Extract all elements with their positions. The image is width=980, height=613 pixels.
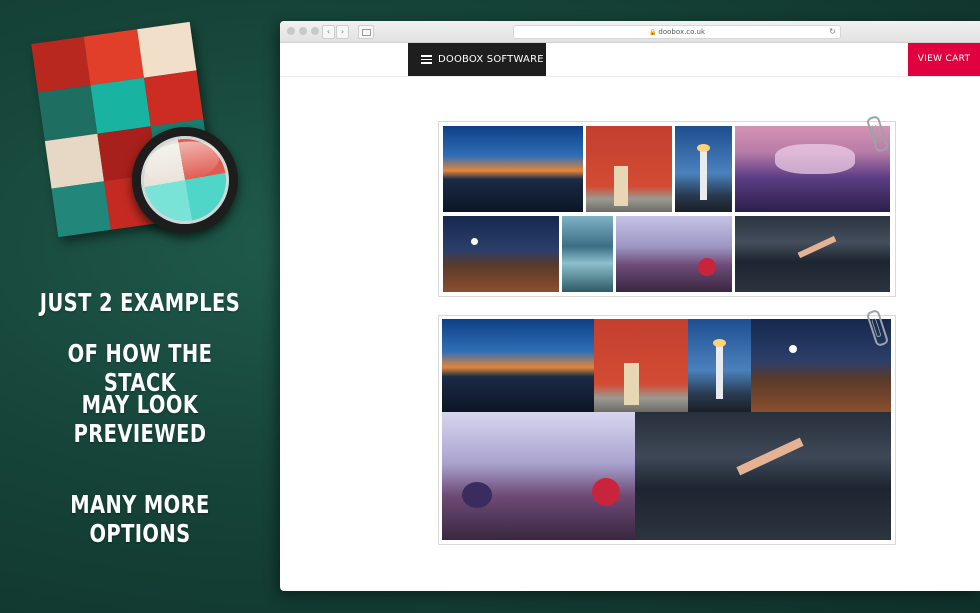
- photo-city-skyline[interactable]: [442, 319, 594, 412]
- brand-label: DOOBOX SOFTWARE: [438, 54, 544, 65]
- site-header: DOOBOX SOFTWARE VIEW CART: [280, 43, 980, 77]
- gallery-justified: [438, 114, 896, 297]
- photo-swimmer[interactable]: [735, 216, 890, 292]
- sidebar-toggle-button[interactable]: [358, 25, 374, 39]
- photo-red-door[interactable]: [586, 126, 672, 212]
- magnifier-icon: [132, 127, 238, 233]
- photo-swimmer[interactable]: [635, 412, 891, 540]
- photo-moon-rocks[interactable]: [751, 319, 891, 412]
- minimize-window-button[interactable]: [299, 27, 307, 35]
- url-text: doobox.co.uk: [658, 28, 706, 36]
- photo-frozen-berries[interactable]: [616, 216, 732, 292]
- brand-menu-button[interactable]: DOOBOX SOFTWARE: [408, 43, 546, 76]
- photo-city-skyline[interactable]: [443, 126, 583, 212]
- app-icon: [31, 21, 244, 242]
- photo-frozen-berries[interactable]: [442, 412, 635, 540]
- close-window-button[interactable]: [287, 27, 295, 35]
- promo-line-1: JUST 2 EXAMPLES: [39, 288, 241, 317]
- back-button[interactable]: ‹: [322, 25, 335, 39]
- photo-red-door[interactable]: [594, 319, 688, 412]
- photo-purple-clouds[interactable]: [735, 126, 890, 212]
- reload-icon[interactable]: ↻: [829, 26, 836, 38]
- photo-lighthouse[interactable]: [675, 126, 732, 212]
- gallery-mosaic: [438, 308, 896, 545]
- promo-line-2: OF HOW THE STACK: [67, 339, 213, 397]
- forward-button[interactable]: ›: [336, 25, 349, 39]
- zoom-window-button[interactable]: [311, 27, 319, 35]
- address-bar[interactable]: 🔒 doobox.co.uk ↻: [513, 25, 841, 39]
- view-cart-button[interactable]: VIEW CART: [908, 43, 980, 76]
- photo-moon-rocks[interactable]: [443, 216, 559, 292]
- browser-window: ‹ › 🔒 doobox.co.uk ↻ DOOBOX SOFTWARE VIEW…: [280, 21, 980, 591]
- promo-line-3: MAY LOOK PREVIEWED: [73, 390, 207, 448]
- browser-toolbar: ‹ › 🔒 doobox.co.uk ↻: [280, 21, 980, 43]
- photo-mountain-lake[interactable]: [562, 216, 613, 292]
- hamburger-icon: [421, 55, 432, 64]
- lock-icon: 🔒: [648, 29, 657, 36]
- promo-more-options: MANY MORE OPTIONS: [70, 490, 210, 548]
- photo-lighthouse[interactable]: [688, 319, 751, 412]
